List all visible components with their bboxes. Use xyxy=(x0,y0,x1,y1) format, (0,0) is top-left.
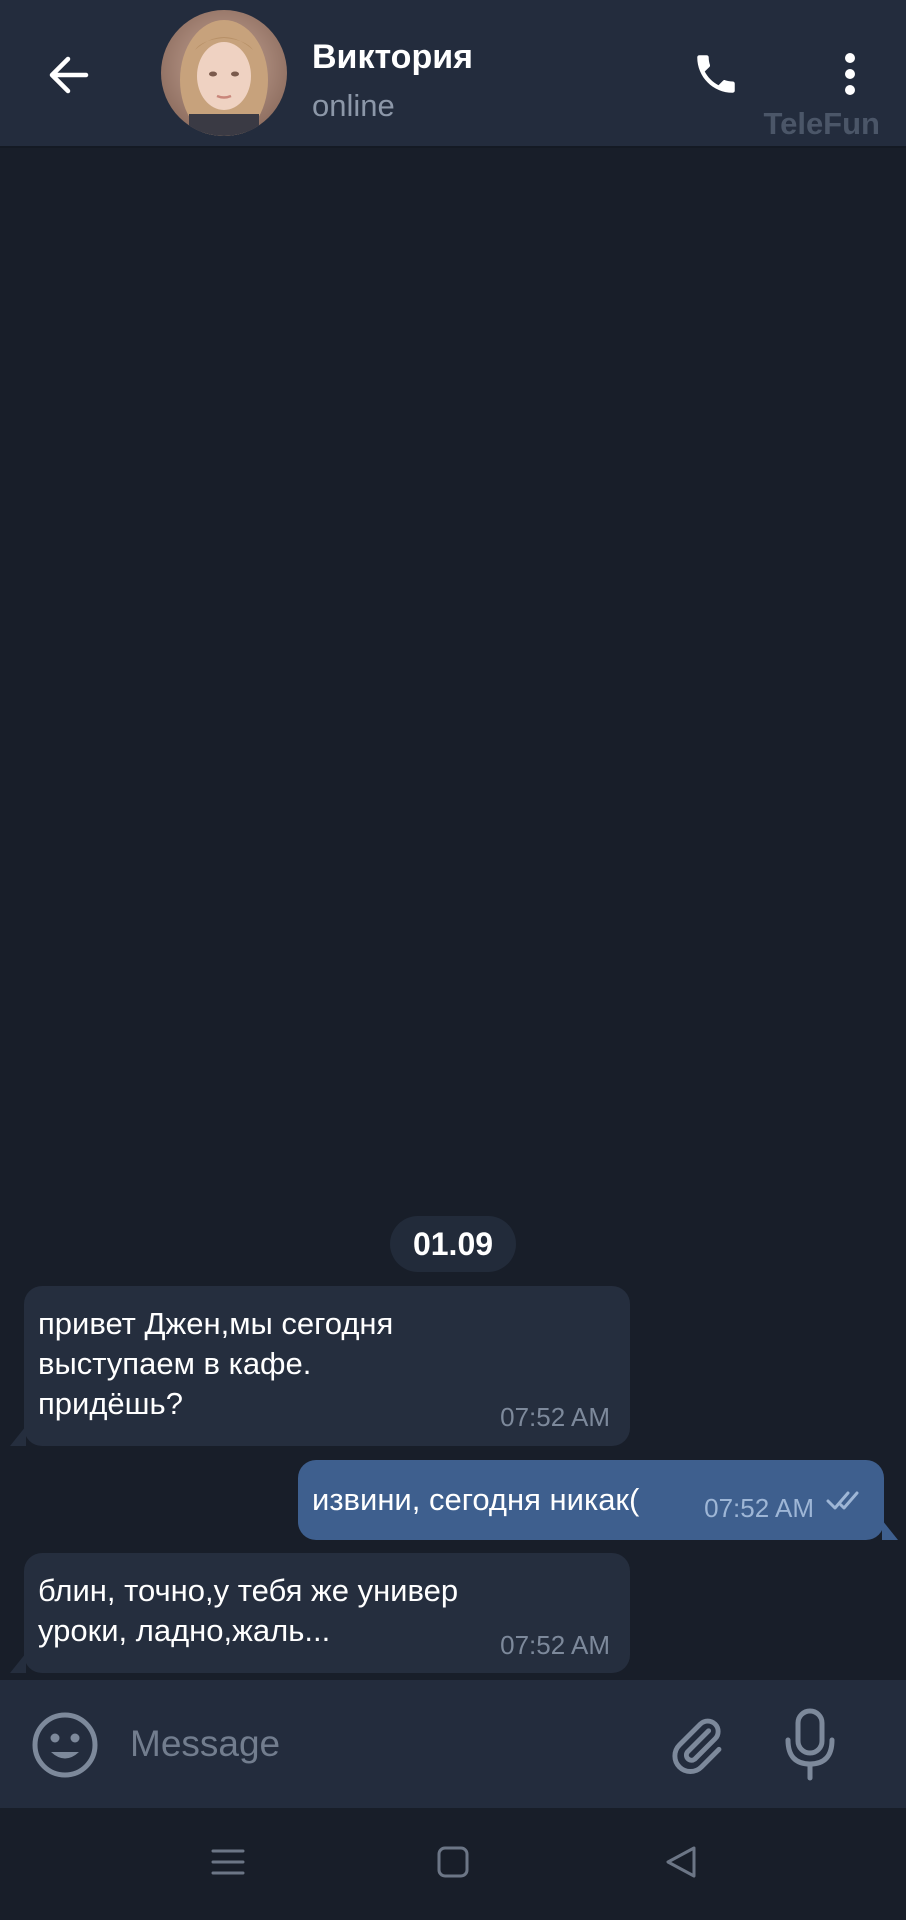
message-time: 07:52 AM xyxy=(500,1630,610,1660)
message-text: извини, сегодня никак( xyxy=(312,1482,640,1517)
more-vertical-icon xyxy=(845,53,855,95)
watermark-logo: TeleFun xyxy=(763,106,880,141)
microphone-icon xyxy=(785,1708,835,1781)
chat-header: Виктория online TeleFun xyxy=(0,0,906,148)
read-double-check-icon xyxy=(826,1491,859,1510)
more-options-button[interactable] xyxy=(824,42,876,106)
back-triangle-icon xyxy=(666,1846,696,1878)
message-composer xyxy=(0,1680,906,1808)
home-button[interactable] xyxy=(423,1832,483,1892)
message-incoming[interactable]: блин, точно,у тебя же универ уроки, ладн… xyxy=(10,1553,630,1673)
system-navigation-bar xyxy=(0,1808,906,1920)
attach-button[interactable] xyxy=(662,1710,732,1780)
bubble-tail xyxy=(10,1653,26,1673)
phone-icon xyxy=(697,55,735,93)
recent-apps-button[interactable] xyxy=(198,1832,258,1892)
smile-icon xyxy=(32,1712,98,1778)
contact-avatar[interactable] xyxy=(161,10,287,136)
home-square-icon xyxy=(437,1846,469,1878)
call-button[interactable] xyxy=(684,42,748,106)
date-separator: 01.09 xyxy=(390,1216,516,1272)
voice-record-button[interactable] xyxy=(775,1706,845,1784)
bubble-tail xyxy=(882,1520,898,1540)
contact-status: online xyxy=(312,88,395,123)
message-outgoing[interactable]: извини, сегодня никак( 07:52 AM xyxy=(298,1460,898,1540)
contact-name[interactable]: Виктория xyxy=(312,38,473,77)
message-text: блин, точно,у тебя же универ уроки, ладн… xyxy=(38,1573,459,1648)
bubble-tail xyxy=(10,1426,26,1446)
emoji-button[interactable] xyxy=(30,1710,100,1780)
back-button[interactable] xyxy=(38,45,98,105)
paperclip-icon xyxy=(672,1718,722,1774)
message-incoming[interactable]: привет Джен,мы сегодня выступаем в кафе.… xyxy=(10,1286,630,1446)
message-input[interactable] xyxy=(130,1704,630,1784)
menu-lines-icon xyxy=(211,1849,245,1875)
avatar-photo xyxy=(161,10,287,136)
message-time: 07:52 AM xyxy=(704,1493,814,1523)
message-time: 07:52 AM xyxy=(500,1402,610,1432)
message-text: привет Джен,мы сегодня выступаем в кафе.… xyxy=(38,1306,394,1421)
arrow-left-icon xyxy=(49,56,89,94)
system-back-button[interactable] xyxy=(651,1832,711,1892)
